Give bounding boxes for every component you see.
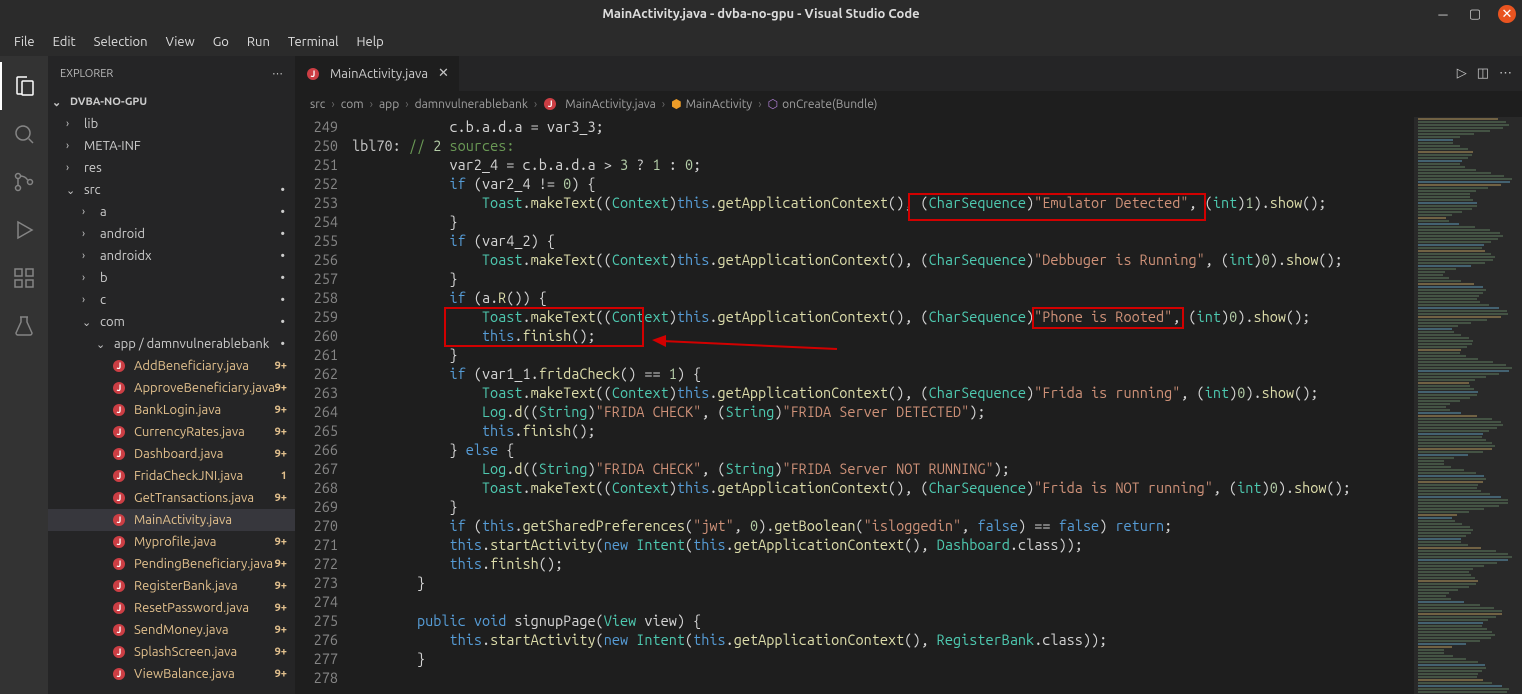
java-file-icon	[112, 382, 126, 394]
java-file-icon	[112, 404, 126, 416]
file-row[interactable]: ApproveBeneficiary.java9+	[48, 377, 295, 399]
folder-row[interactable]: ›android•	[48, 223, 295, 245]
run-debug-icon[interactable]	[0, 206, 48, 254]
java-file-icon	[112, 492, 126, 504]
folder-row[interactable]: ⌄com•	[48, 311, 295, 333]
file-tree: ›lib›META-INF›res⌄src•›a•›android•›andro…	[48, 113, 295, 685]
menu-view[interactable]: View	[158, 31, 203, 53]
code-area[interactable]: 2492502512522532542552562572582592602612…	[296, 117, 1522, 694]
window-maximize[interactable]: ▢	[1466, 5, 1484, 23]
more-icon[interactable]: ⋯	[272, 67, 283, 80]
editor-area: MainActivity.java ✕ ▷ ◫ ⋯ src›com›app›da…	[296, 56, 1522, 694]
folder-row[interactable]: ⌄src•	[48, 179, 295, 201]
folder-row[interactable]: ⌄app / damnvulnerablebank•	[48, 333, 295, 355]
java-file-icon	[112, 668, 126, 680]
file-row[interactable]: SendMoney.java9+	[48, 619, 295, 641]
menubar: FileEditSelectionViewGoRunTerminalHelp	[0, 28, 1522, 56]
activity-bar	[0, 56, 48, 694]
menu-help[interactable]: Help	[348, 31, 391, 53]
code-content[interactable]: c.b.a.d.a = var3_3;lbl70: // 2 sources: …	[352, 117, 1414, 694]
line-gutter: 2492502512522532542552562572582592602612…	[296, 117, 352, 694]
java-file-icon	[112, 602, 126, 614]
tab-mainactivity[interactable]: MainActivity.java ✕	[296, 56, 460, 91]
java-file-icon	[112, 426, 126, 438]
menu-terminal[interactable]: Terminal	[280, 31, 347, 53]
breadcrumbs[interactable]: src›com›app›damnvulnerablebank›MainActiv…	[296, 91, 1522, 117]
java-file-icon	[306, 68, 320, 80]
folder-row[interactable]: ›c•	[48, 289, 295, 311]
search-icon[interactable]	[0, 110, 48, 158]
file-row[interactable]: CurrencyRates.java9+	[48, 421, 295, 443]
java-file-icon	[112, 646, 126, 658]
extensions-icon[interactable]	[0, 254, 48, 302]
file-row[interactable]: ViewBalance.java9+	[48, 663, 295, 685]
folder-row[interactable]: ›androidx•	[48, 245, 295, 267]
file-row[interactable]: SplashScreen.java9+	[48, 641, 295, 663]
window-close[interactable]: ✕	[1498, 5, 1516, 23]
java-file-icon	[112, 470, 126, 482]
window-title: MainActivity.java - dvba-no-gpu - Visual…	[602, 7, 919, 21]
window-minimize[interactable]: ─	[1434, 5, 1452, 23]
menu-edit[interactable]: Edit	[45, 31, 84, 53]
file-row[interactable]: AddBeneficiary.java9+	[48, 355, 295, 377]
window-controls: ─ ▢ ✕	[1434, 5, 1516, 23]
breadcrumb-item[interactable]: ⬡ onCreate(Bundle)	[768, 97, 878, 111]
minimap[interactable]	[1414, 117, 1522, 694]
file-row[interactable]: RegisterBank.java9+	[48, 575, 295, 597]
breadcrumb-item[interactable]: MainActivity.java	[543, 98, 655, 111]
tabs-row: MainActivity.java ✕ ▷ ◫ ⋯	[296, 56, 1522, 91]
file-row[interactable]: GetTransactions.java9+	[48, 487, 295, 509]
folder-row[interactable]: ›a•	[48, 201, 295, 223]
folder-row[interactable]: ›lib	[48, 113, 295, 135]
source-control-icon[interactable]	[0, 158, 48, 206]
editor-actions: ▷ ◫ ⋯	[1457, 56, 1522, 91]
folder-row[interactable]: ›res	[48, 157, 295, 179]
breadcrumb-item[interactable]: damnvulnerablebank	[415, 98, 528, 111]
file-row[interactable]: MainActivity.java	[48, 509, 295, 531]
folder-row[interactable]: ›META-INF	[48, 135, 295, 157]
java-file-icon	[112, 536, 126, 548]
titlebar: MainActivity.java - dvba-no-gpu - Visual…	[0, 0, 1522, 28]
project-name: DVBA-NO-GPU	[70, 96, 147, 108]
close-icon[interactable]: ✕	[438, 66, 449, 81]
breadcrumb-item[interactable]: ⬢ MainActivity	[671, 97, 752, 111]
file-row[interactable]: Myprofile.java9+	[48, 531, 295, 553]
java-file-icon	[112, 624, 126, 636]
java-file-icon	[112, 580, 126, 592]
project-header[interactable]: ⌄ DVBA-NO-GPU	[48, 91, 295, 113]
annotation-arrow	[652, 335, 842, 354]
file-row[interactable]: Dashboard.java9+	[48, 443, 295, 465]
breadcrumb-item[interactable]: src	[310, 98, 325, 111]
menu-selection[interactable]: Selection	[86, 31, 156, 53]
java-file-icon	[112, 360, 126, 372]
tab-label: MainActivity.java	[330, 67, 428, 81]
explorer-icon[interactable]	[0, 62, 48, 110]
java-file-icon	[112, 558, 126, 570]
menu-run[interactable]: Run	[239, 31, 278, 53]
file-row[interactable]: FridaCheckJNI.java1	[48, 465, 295, 487]
file-row[interactable]: BankLogin.java9+	[48, 399, 295, 421]
breadcrumb-item[interactable]: com	[341, 98, 364, 111]
java-file-icon	[543, 98, 557, 110]
breadcrumb-item[interactable]: app	[379, 98, 399, 111]
split-editor-icon[interactable]: ◫	[1477, 66, 1489, 81]
run-icon[interactable]: ▷	[1457, 66, 1467, 81]
menu-file[interactable]: File	[6, 31, 43, 53]
explorer-sidebar: EXPLORER ⋯ ⌄ DVBA-NO-GPU ›lib›META-INF›r…	[48, 56, 296, 694]
explorer-header: EXPLORER ⋯	[48, 56, 295, 91]
java-file-icon	[112, 448, 126, 460]
explorer-title: EXPLORER	[60, 68, 113, 80]
testing-icon[interactable]	[0, 302, 48, 350]
file-row[interactable]: ResetPassword.java9+	[48, 597, 295, 619]
folder-row[interactable]: ›b•	[48, 267, 295, 289]
file-row[interactable]: PendingBeneficiary.java9+	[48, 553, 295, 575]
more-actions-icon[interactable]: ⋯	[1499, 66, 1512, 81]
java-file-icon	[112, 514, 126, 526]
menu-go[interactable]: Go	[205, 31, 237, 53]
